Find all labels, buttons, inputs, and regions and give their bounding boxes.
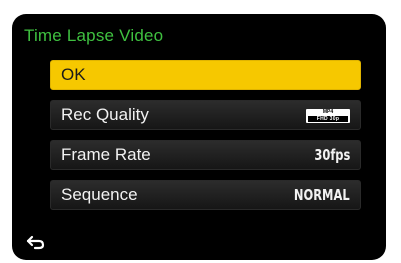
menu-item-label: OK <box>61 65 86 84</box>
menu-item-label: Sequence <box>61 185 138 204</box>
return-arrow-icon[interactable] <box>26 234 46 250</box>
menu-item-label: Frame Rate <box>61 145 151 164</box>
menu-item-sequence[interactable]: Sequence NORMAL <box>50 180 361 210</box>
menu-item-label: Rec Quality <box>61 105 149 124</box>
menu-item-value: 30fps <box>314 146 350 164</box>
menu-item-ok[interactable]: OK <box>50 60 361 90</box>
rec-quality-format: MP4 <box>322 109 334 115</box>
menu-item-rec-quality[interactable]: Rec Quality MP4 FHD 30p <box>50 100 361 130</box>
rec-quality-resolution: FHD 30p <box>308 116 348 122</box>
menu-item-frame-rate[interactable]: Frame Rate 30fps <box>50 140 361 170</box>
menu-item-value: NORMAL <box>294 186 350 204</box>
camera-menu-screen: Time Lapse Video OK Rec Quality MP4 FHD … <box>12 14 386 260</box>
rec-quality-icon: MP4 FHD 30p <box>306 109 350 123</box>
menu-title: Time Lapse Video <box>24 26 164 45</box>
